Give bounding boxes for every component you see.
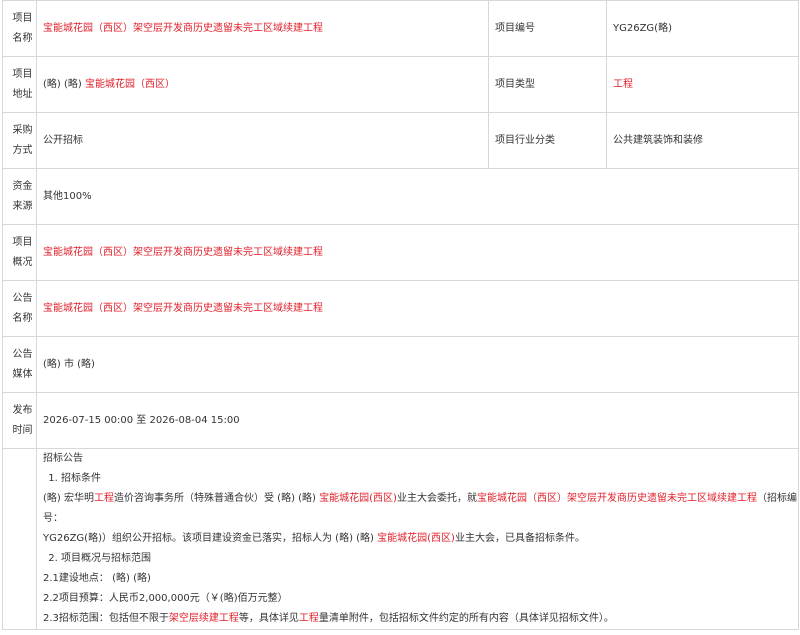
section-2-2: 2.2项目预算：人民币2,000,000元（￥(略)佰万元整） bbox=[43, 593, 288, 604]
row-media: 公告媒体 (略) 市 (略) bbox=[2, 336, 799, 393]
notice-sections-2: 项目概况与招标范围 bbox=[43, 549, 798, 569]
value-overview: 宝能城花园（西区）架空层开发商历史遗留未完工区域续建工程 bbox=[36, 224, 799, 281]
row-overview: 项目概况 宝能城花园（西区）架空层开发商历史遗留未完工区域续建工程 bbox=[2, 224, 799, 281]
label-fund-source: 资金来源 bbox=[2, 168, 37, 225]
section-2-title: 项目概况与招标范围 bbox=[61, 549, 798, 569]
notice-title: 招标公告 bbox=[43, 453, 83, 464]
value-publish-time: 2026-07-15 00:00 至 2026-08-04 15:00 bbox=[36, 392, 799, 449]
label-notice-name: 公告名称 bbox=[2, 280, 37, 337]
project-addr-link: 宝能城花园（西区） bbox=[84, 78, 175, 90]
section-1-body-2: YG26ZG(略)）组织公开招标。该项目建设资金已落实，招标人为 (略) (略)… bbox=[43, 533, 585, 544]
value-project-no: YG26ZG(略) bbox=[606, 0, 799, 57]
value-project-addr: (略) (略) 宝能城花园（西区） bbox=[36, 56, 489, 113]
project-info-table: 项目名称 宝能城花园（西区）架空层开发商历史遗留未完工区域续建工程 项目编号 Y… bbox=[2, 0, 799, 630]
section-2-1: 2.1建设地点： (略) (略) bbox=[43, 573, 151, 584]
row-fund-source: 资金来源 其他100% bbox=[2, 168, 799, 225]
value-notice-name: 宝能城花园（西区）架空层开发商历史遗留未完工区域续建工程 bbox=[36, 280, 799, 337]
row-purchase-method: 采购方式 公开招标 项目行业分类 公共建筑装饰和装修 bbox=[2, 112, 799, 169]
value-project-name: 宝能城花园（西区）架空层开发商历史遗留未完工区域续建工程 bbox=[36, 0, 489, 57]
row-project-addr: 项目地址 (略) (略) 宝能城花园（西区） 项目类型 工程 bbox=[2, 56, 799, 113]
value-fund-source: 其他100% bbox=[36, 168, 799, 225]
label-overview: 项目概况 bbox=[2, 224, 37, 281]
section-1-title: 招标条件 bbox=[61, 469, 798, 489]
label-industry: 项目行业分类 bbox=[488, 112, 607, 169]
section-1-body: (略) 宏华明工程造价咨询事务所（特殊普通合伙）受 (略) (略) 宝能城花园(… bbox=[43, 493, 797, 524]
section-2-3: 2.3招标范围：包括但不限于架空层续建工程等，具体详见工程量清单附件，包括招标文… bbox=[43, 613, 614, 624]
label-project-no: 项目编号 bbox=[488, 0, 607, 57]
value-media: (略) 市 (略) bbox=[36, 336, 799, 393]
label-project-type: 项目类型 bbox=[488, 56, 607, 113]
notice-sections: 招标条件 bbox=[43, 469, 798, 489]
notice-body: 招标公告 招标条件 (略) 宏华明工程造价咨询事务所（特殊普通合伙）受 (略) … bbox=[36, 448, 799, 630]
label-purchase-method: 采购方式 bbox=[2, 112, 37, 169]
label-publish-time: 发布时间 bbox=[2, 392, 37, 449]
row-notice-name: 公告名称 宝能城花园（西区）架空层开发商历史遗留未完工区域续建工程 bbox=[2, 280, 799, 337]
label-project-addr: 项目地址 bbox=[2, 56, 37, 113]
value-purchase-method: 公开招标 bbox=[36, 112, 489, 169]
row-project-name: 项目名称 宝能城花园（西区）架空层开发商历史遗留未完工区域续建工程 项目编号 Y… bbox=[2, 0, 799, 57]
label-project-name: 项目名称 bbox=[2, 0, 37, 57]
row-publish-time: 发布时间 2026-07-15 00:00 至 2026-08-04 15:00 bbox=[2, 392, 799, 449]
value-project-type: 工程 bbox=[606, 56, 799, 113]
label-notice-empty bbox=[2, 448, 37, 630]
label-media: 公告媒体 bbox=[2, 336, 37, 393]
row-notice: 招标公告 招标条件 (略) 宏华明工程造价咨询事务所（特殊普通合伙）受 (略) … bbox=[2, 448, 799, 630]
value-industry: 公共建筑装饰和装修 bbox=[606, 112, 799, 169]
